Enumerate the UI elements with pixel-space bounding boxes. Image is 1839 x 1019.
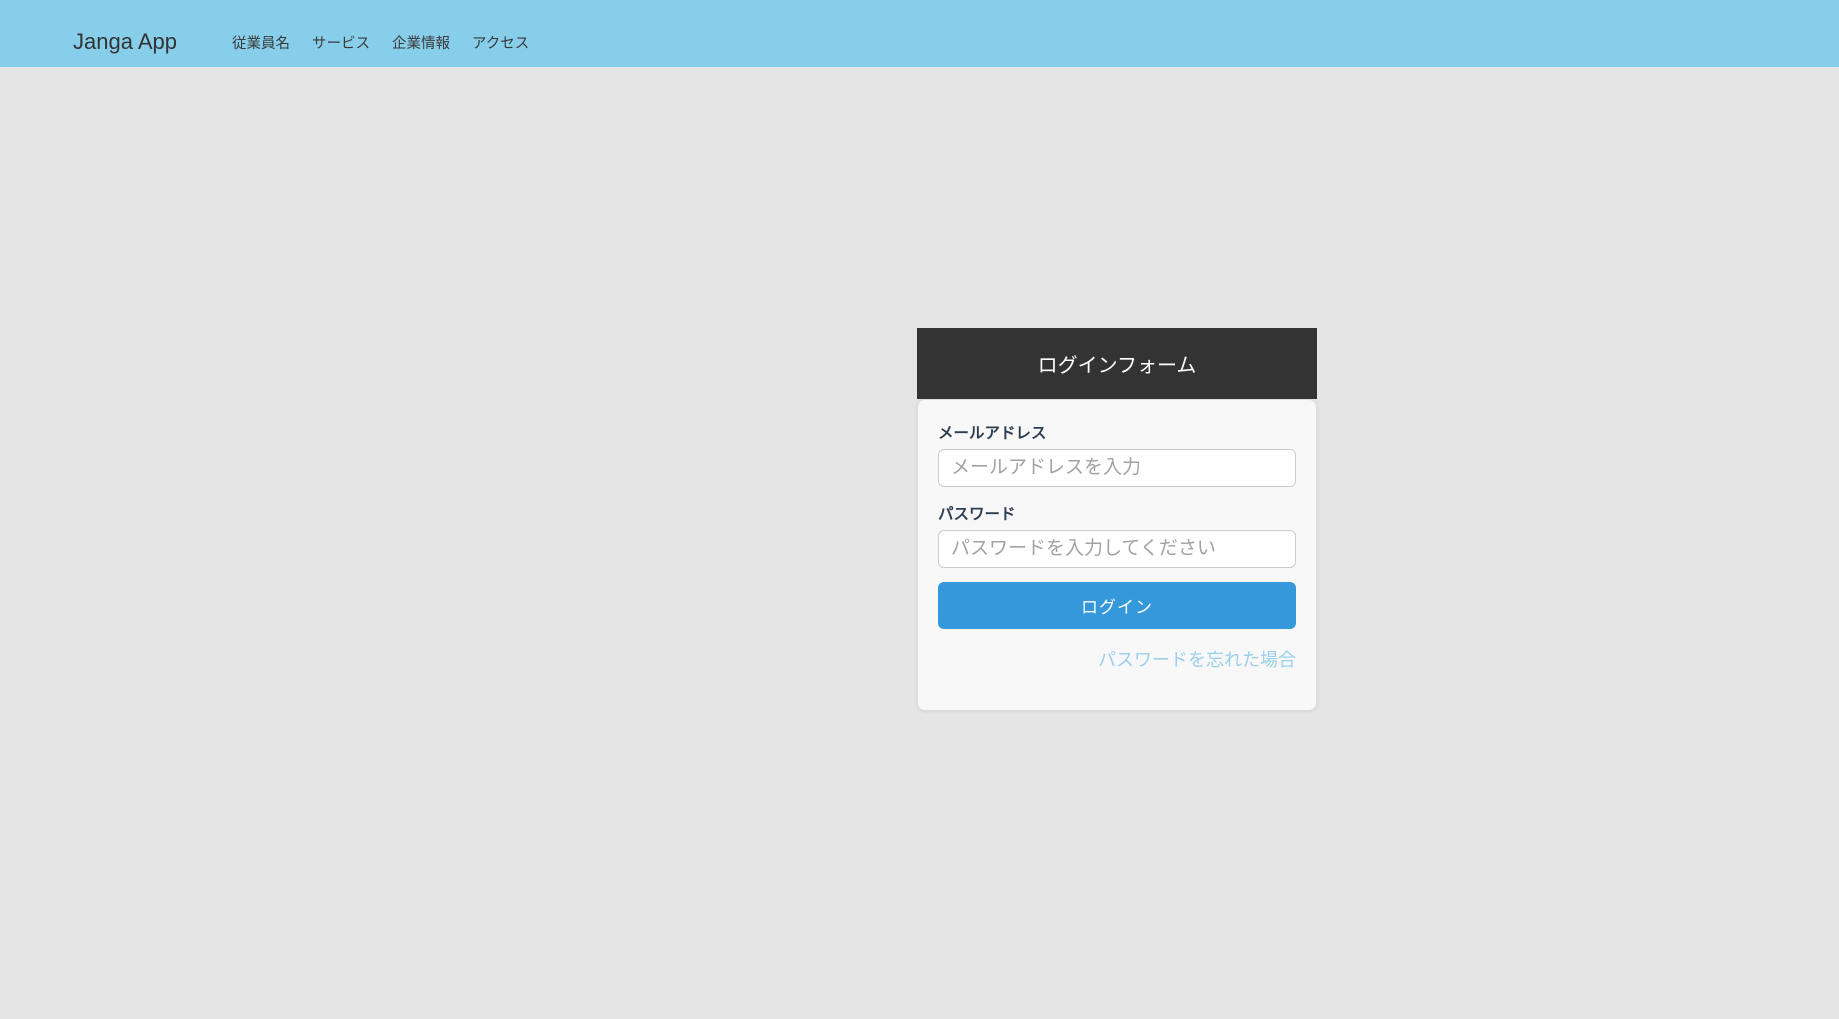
login-button[interactable]: ログイン	[938, 582, 1296, 629]
nav-item-company-info[interactable]: 企業情報	[381, 32, 461, 53]
password-label: パスワード	[938, 506, 1016, 523]
login-card: ログインフォーム メールアドレス パスワード ログイン パスワードを忘れた場合	[917, 328, 1317, 711]
password-field-group: パスワード	[938, 505, 1296, 568]
nav-item-employees[interactable]: 従業員名	[221, 32, 301, 53]
password-input[interactable]	[938, 530, 1296, 568]
nav-menu: 従業員名 サービス 企業情報 アクセス	[221, 32, 540, 53]
navbar: Janga App 従業員名 サービス 企業情報 アクセス	[0, 0, 1839, 67]
navbar-brand[interactable]: Janga App	[73, 29, 177, 55]
login-card-title: ログインフォーム	[917, 328, 1317, 399]
forgot-password-row: パスワードを忘れた場合	[938, 650, 1296, 672]
nav-item-access[interactable]: アクセス	[461, 32, 540, 53]
forgot-password-link[interactable]: パスワードを忘れた場合	[1098, 650, 1296, 670]
email-field-group: メールアドレス	[938, 424, 1296, 487]
login-card-body: メールアドレス パスワード ログイン パスワードを忘れた場合	[917, 399, 1317, 711]
email-label: メールアドレス	[938, 425, 1047, 442]
email-input[interactable]	[938, 449, 1296, 487]
nav-item-services[interactable]: サービス	[301, 32, 381, 53]
